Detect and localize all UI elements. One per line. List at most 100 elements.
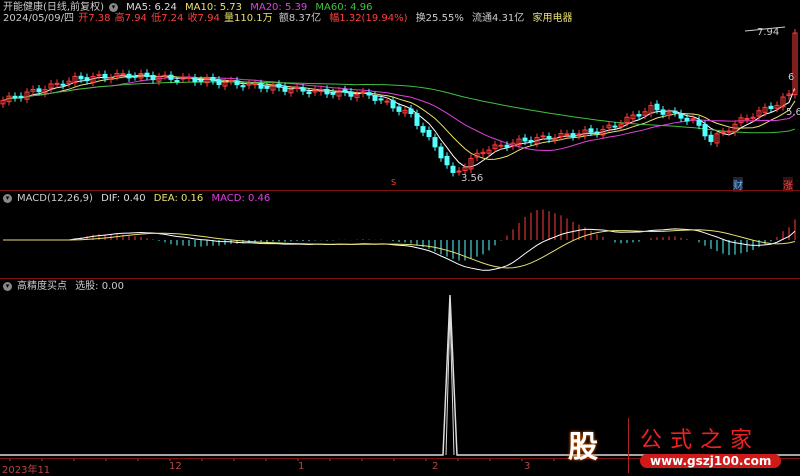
macd-value: MACD: 0.46	[211, 193, 271, 204]
candle	[96, 74, 102, 77]
candle	[102, 73, 108, 79]
candle	[120, 73, 126, 76]
candle	[720, 131, 726, 134]
x-tick: 2	[432, 461, 439, 472]
high-price-label: 7.94	[757, 27, 780, 38]
candle	[162, 74, 168, 77]
candle	[294, 86, 300, 89]
macd-header: ▾ MACD(12,26,9) DIF: 0.40 DEA: 0.16 MACD:…	[3, 193, 275, 205]
candle	[330, 92, 336, 95]
candle	[426, 129, 432, 138]
watermark-logo: 股 公式之家 www.gszj100.com	[560, 418, 800, 473]
candle	[660, 109, 666, 115]
candle	[594, 131, 600, 135]
candle	[504, 144, 510, 148]
x-tick: 3	[524, 461, 531, 472]
candle	[522, 137, 528, 142]
ma5-line	[2, 74, 796, 168]
candle	[132, 75, 138, 78]
candle	[744, 117, 750, 120]
candle	[408, 108, 414, 115]
candle	[432, 137, 438, 148]
panel-divider[interactable]	[0, 278, 800, 279]
candle	[144, 72, 150, 77]
marker-s[interactable]: S	[391, 178, 396, 187]
candle	[570, 133, 576, 138]
candle	[708, 134, 714, 142]
candle	[456, 170, 462, 173]
candle	[414, 113, 420, 126]
candle	[78, 75, 84, 80]
x-tick: 1	[298, 461, 305, 472]
candle	[366, 92, 372, 96]
right-label-b: 5.65	[786, 107, 800, 118]
candle	[564, 133, 570, 136]
candle	[396, 106, 402, 112]
candle	[684, 117, 690, 122]
candle	[60, 83, 66, 86]
indicator-header: ▾ 高精度买点 选股: 0.00	[3, 281, 129, 293]
candle	[174, 80, 180, 83]
candle	[282, 86, 288, 92]
candle	[390, 100, 396, 109]
panel-divider[interactable]	[0, 190, 800, 191]
candle	[654, 103, 660, 111]
dif-value: DIF: 0.40	[101, 193, 146, 204]
candle	[768, 105, 774, 110]
candle	[264, 86, 270, 89]
candle	[690, 118, 696, 121]
candle	[276, 83, 282, 88]
candle	[612, 125, 618, 128]
candle	[126, 73, 132, 79]
candle	[228, 80, 234, 83]
candle	[12, 95, 18, 99]
candle	[636, 114, 642, 117]
candle	[216, 79, 222, 86]
candle	[150, 75, 156, 81]
candle	[210, 77, 216, 82]
candle	[540, 135, 546, 138]
candle	[546, 135, 552, 140]
candle	[258, 83, 264, 89]
candle	[36, 88, 42, 93]
dea-value: DEA: 0.16	[153, 193, 204, 204]
expand-icon[interactable]: ▾	[3, 193, 12, 203]
site-url: www.gszj100.com	[640, 454, 782, 468]
x-tick: 12	[169, 461, 182, 472]
candle	[198, 79, 204, 82]
candle	[300, 87, 306, 92]
candle	[348, 91, 354, 97]
candle	[168, 74, 174, 80]
candle	[306, 91, 312, 95]
candle	[342, 89, 348, 93]
candle	[84, 77, 90, 82]
macd-title[interactable]: MACD(12,26,9)	[17, 193, 93, 204]
candle	[678, 113, 684, 119]
candle	[696, 119, 702, 126]
right-label-a: 6	[788, 72, 795, 83]
dif-line	[3, 228, 796, 271]
candle	[324, 88, 330, 95]
candle	[588, 128, 594, 133]
candle	[420, 126, 426, 133]
logo-char: 股	[568, 430, 598, 465]
candle	[702, 123, 708, 137]
indicator-line-inner	[445, 309, 455, 456]
candle	[384, 100, 390, 103]
candle	[372, 95, 378, 101]
x-tick: 2023年11	[2, 465, 51, 476]
candle	[378, 98, 384, 101]
candle	[450, 165, 456, 173]
kline-chart[interactable]	[0, 0, 800, 473]
indicator-value: 选股: 0.00	[75, 281, 125, 292]
expand-icon[interactable]: ▾	[3, 281, 12, 291]
indicator-title[interactable]: 高精度买点	[17, 281, 67, 292]
candle	[498, 144, 504, 147]
candle	[234, 80, 240, 86]
candle	[672, 110, 678, 114]
candle	[444, 155, 450, 166]
candle	[186, 77, 192, 80]
candle	[438, 146, 444, 159]
dea-line	[3, 229, 796, 269]
low-price-label: 3.56	[461, 173, 484, 184]
